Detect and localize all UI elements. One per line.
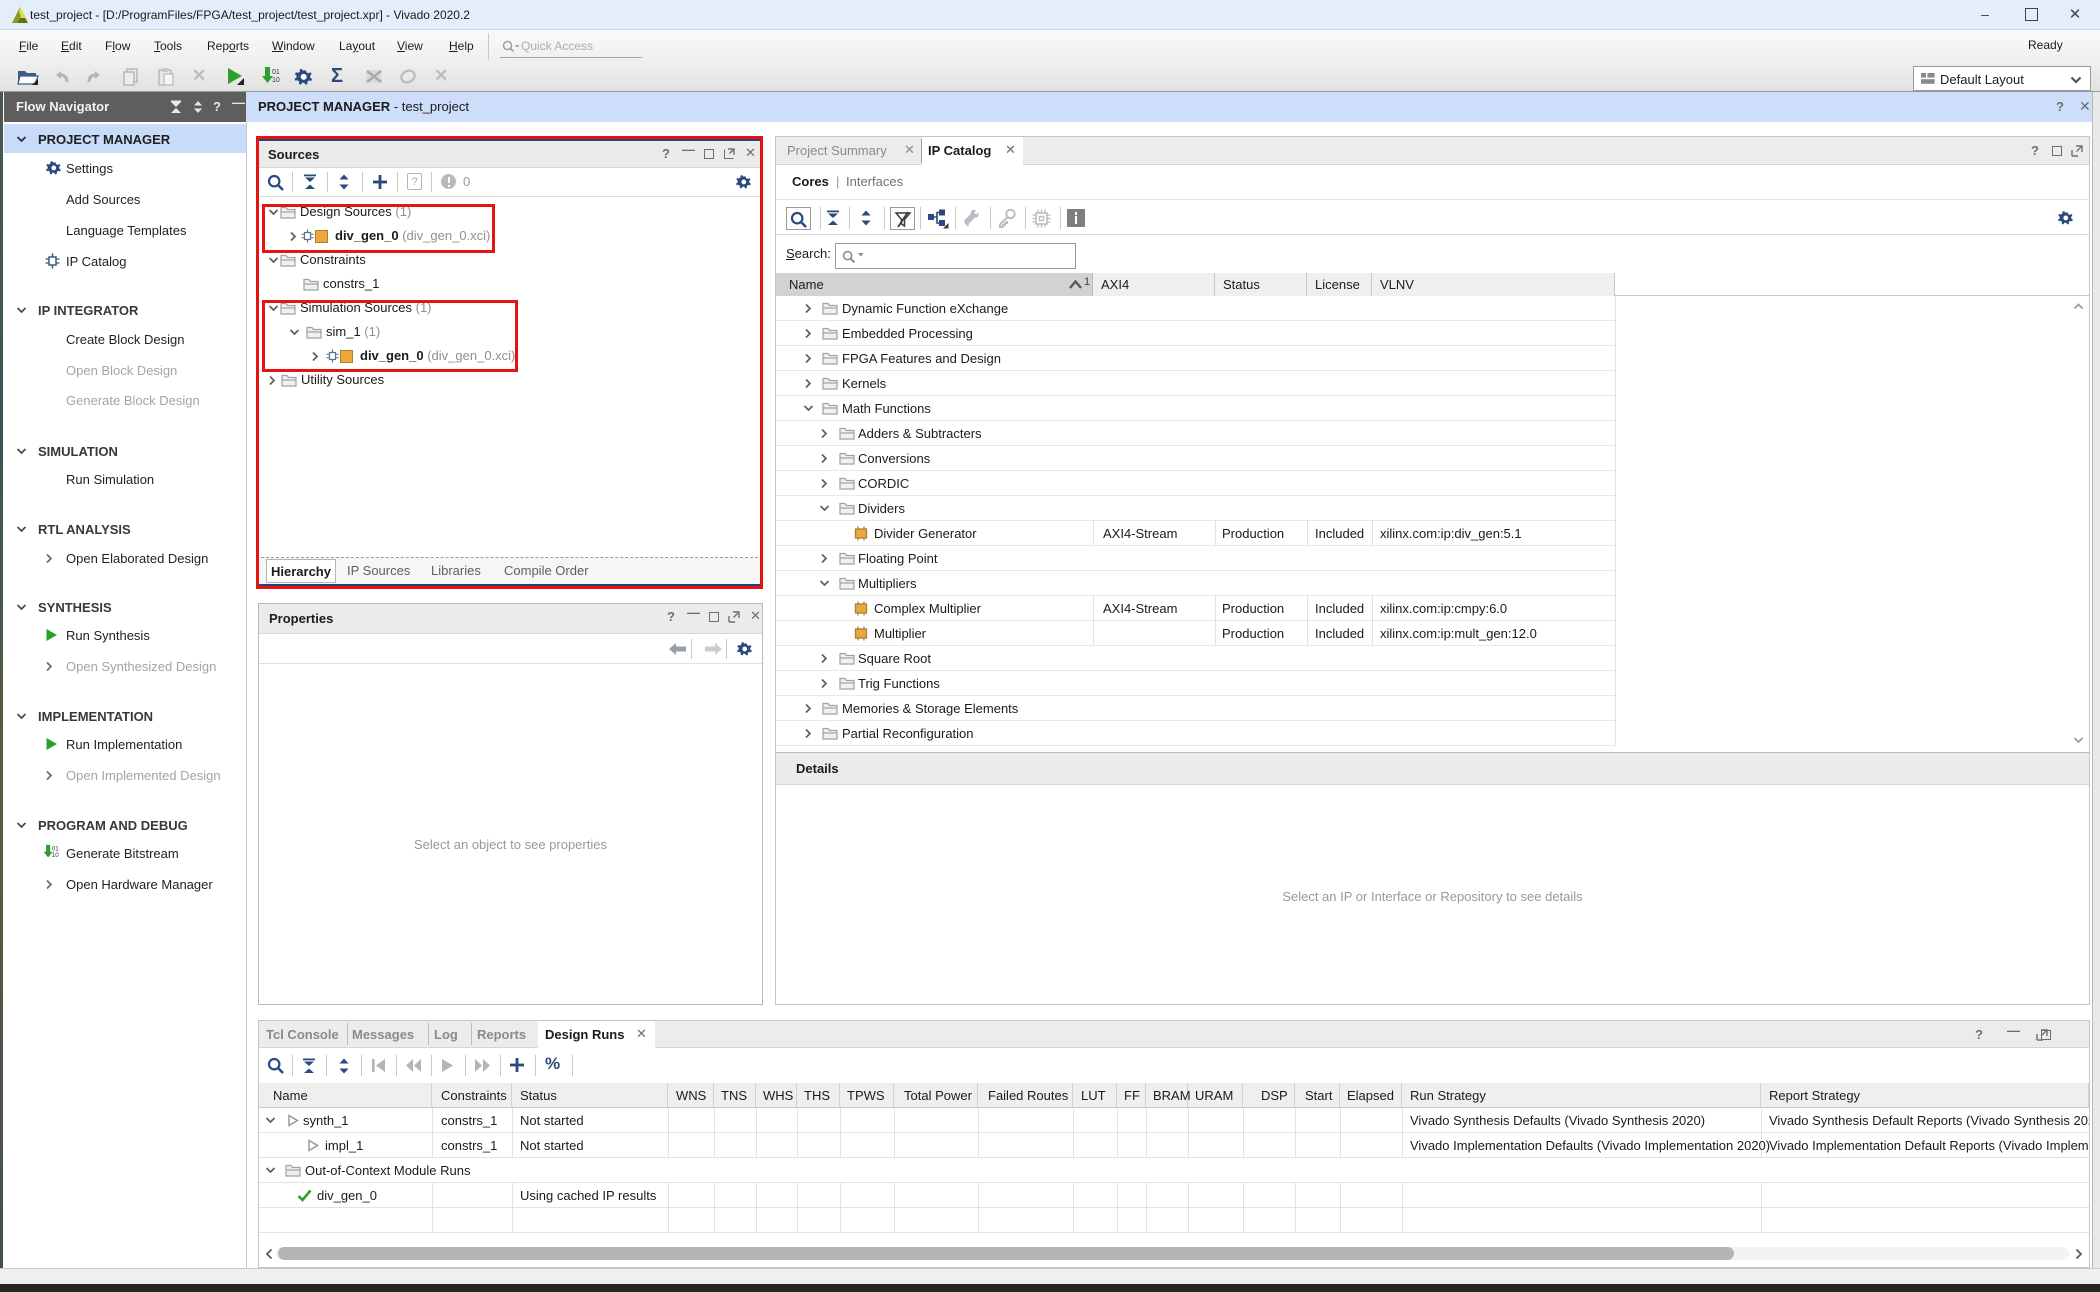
- svg-text:10: 10: [272, 77, 280, 84]
- svg-text:01: 01: [272, 69, 280, 76]
- svg-text:10: 10: [52, 852, 59, 859]
